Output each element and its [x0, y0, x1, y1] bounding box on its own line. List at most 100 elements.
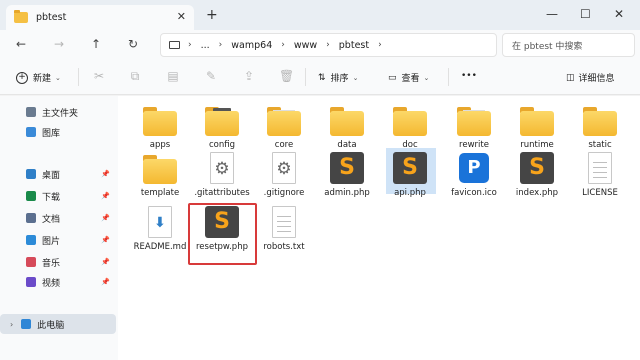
file-item[interactable]: runtime [507, 104, 567, 150]
file-name: template [140, 188, 180, 198]
this-pc-icon [169, 41, 180, 49]
folder-icon [520, 104, 554, 136]
folder-icon [267, 104, 301, 136]
breadcrumb-overflow[interactable]: ... [201, 40, 210, 51]
forward-button[interactable]: → [54, 37, 64, 51]
sidebar-item-gallery[interactable]: 图库 [0, 122, 116, 142]
sidebar-item-desktop[interactable]: 桌面 📌 [0, 164, 116, 184]
file-item[interactable]: Pfavicon.ico [444, 152, 504, 198]
download-icon [26, 191, 36, 201]
new-button[interactable]: + 新建 ⌄ [16, 71, 61, 84]
refresh-button[interactable]: ↻ [128, 37, 138, 51]
folder-icon [457, 104, 491, 136]
sublime-text-icon: S [393, 152, 427, 184]
file-item[interactable]: config [192, 104, 252, 150]
sublime-text-icon: S [520, 152, 554, 184]
sort-button[interactable]: ⇅ 排序 ⌄ [318, 71, 358, 85]
address-bar[interactable]: › ... › wamp64 › www › pbtest › [160, 33, 497, 57]
details-button[interactable]: ◫ 详细信息 [566, 71, 615, 85]
view-button[interactable]: ▭ 查看 ⌄ [388, 71, 429, 85]
file-name: admin.php [324, 188, 370, 198]
details-pane-icon: ◫ [566, 72, 575, 83]
file-name: config [208, 140, 235, 150]
sidebar-item-downloads[interactable]: 下载 📌 [0, 186, 116, 206]
pin-icon[interactable]: 📌 [101, 236, 110, 244]
sidebar-item-pictures[interactable]: 图片 📌 [0, 230, 116, 250]
new-tab-button[interactable]: + [206, 7, 218, 23]
folder-icon [14, 10, 28, 23]
delete-icon[interactable]: 🗑 [279, 69, 294, 83]
file-item[interactable]: apps [130, 104, 190, 150]
music-icon [26, 257, 36, 267]
sidebar-item-home[interactable]: 主文件夹 [0, 102, 116, 122]
close-window-button[interactable]: ✕ [614, 7, 624, 21]
pin-icon[interactable]: 📌 [101, 214, 110, 222]
favicon-icon: P [457, 152, 491, 184]
file-item[interactable]: Sresetpw.php [192, 206, 252, 252]
more-options-button[interactable]: ••• [461, 71, 477, 81]
file-item[interactable]: robots.txt [254, 206, 314, 252]
sidebar-item-documents[interactable]: 文档 📌 [0, 208, 116, 228]
rename-icon[interactable]: ✎ [204, 69, 218, 83]
file-item[interactable]: template [130, 152, 190, 198]
sidebar-item-label: 此电脑 [37, 320, 65, 331]
file-item[interactable]: ⬇ README.md [130, 206, 190, 252]
file-name: apps [149, 140, 171, 150]
file-item[interactable]: rewrite [444, 104, 504, 150]
folder-icon [205, 104, 239, 136]
folder-icon [583, 104, 617, 136]
plus-icon: + [16, 71, 28, 84]
share-icon[interactable]: ⇪ [242, 69, 256, 83]
sidebar-item-label: 桌面 [42, 170, 61, 181]
file-item[interactable]: Sindex.php [507, 152, 567, 198]
sidebar-item-this-pc[interactable]: › 此电脑 [0, 314, 116, 334]
file-name: data [337, 140, 357, 150]
sidebar-item-label: 视频 [42, 278, 61, 289]
search-input[interactable]: 在 pbtest 中搜索 [502, 33, 635, 57]
sidebar-item-label: 文档 [42, 214, 61, 225]
file-view: apps config core data doc rewrite runtime stati… [118, 96, 640, 360]
tab-pbtest[interactable]: pbtest ✕ [6, 5, 194, 30]
pin-icon[interactable]: 📌 [101, 278, 110, 286]
file-name: runtime [520, 140, 554, 150]
file-name: resetpw.php [196, 242, 248, 252]
up-button[interactable]: ↑ [91, 37, 101, 51]
copy-icon[interactable]: ⧉ [128, 69, 142, 83]
sort-icon: ⇅ [318, 72, 326, 83]
file-item[interactable]: data [317, 104, 377, 150]
file-name: core [274, 140, 294, 150]
sidebar-item-music[interactable]: 音乐 📌 [0, 252, 116, 272]
divider [305, 68, 306, 86]
chevron-right-icon: › [326, 40, 330, 50]
sidebar-item-label: 主文件夹 [42, 108, 79, 119]
file-item[interactable]: Sapi.php [380, 152, 440, 198]
divider [78, 68, 79, 86]
paste-icon[interactable]: ▤ [166, 69, 180, 83]
breadcrumb-wamp64[interactable]: wamp64 [231, 40, 272, 51]
breadcrumb-www[interactable]: www [294, 40, 317, 51]
file-name: favicon.ico [451, 188, 497, 198]
minimize-button[interactable]: — [546, 7, 558, 21]
file-name: rewrite [459, 140, 489, 150]
maximize-button[interactable]: ☐ [580, 7, 591, 21]
sidebar-item-videos[interactable]: 视频 📌 [0, 272, 116, 292]
tab-close-icon[interactable]: ✕ [177, 10, 186, 23]
cut-icon[interactable]: ✂ [92, 69, 106, 83]
breadcrumb-pbtest[interactable]: pbtest [339, 40, 369, 51]
chevron-right-icon: › [218, 40, 223, 50]
file-name: static [588, 140, 612, 150]
back-button[interactable]: ← [16, 37, 26, 51]
sidebar-item-label: 下载 [42, 192, 61, 203]
file-item[interactable]: static [570, 104, 630, 150]
chevron-right-icon: › [378, 40, 382, 50]
view-icon: ▭ [388, 72, 397, 83]
file-item[interactable]: ⚙ .gitattributes [192, 152, 252, 198]
pin-icon[interactable]: 📌 [101, 192, 110, 200]
pin-icon[interactable]: 📌 [101, 258, 110, 266]
file-item[interactable]: Sadmin.php [317, 152, 377, 198]
file-item[interactable]: LICENSE [570, 152, 630, 198]
pin-icon[interactable]: 📌 [101, 170, 110, 178]
file-item[interactable]: doc [380, 104, 440, 150]
file-item[interactable]: ⚙ .gitignore [254, 152, 314, 198]
file-item[interactable]: core [254, 104, 314, 150]
